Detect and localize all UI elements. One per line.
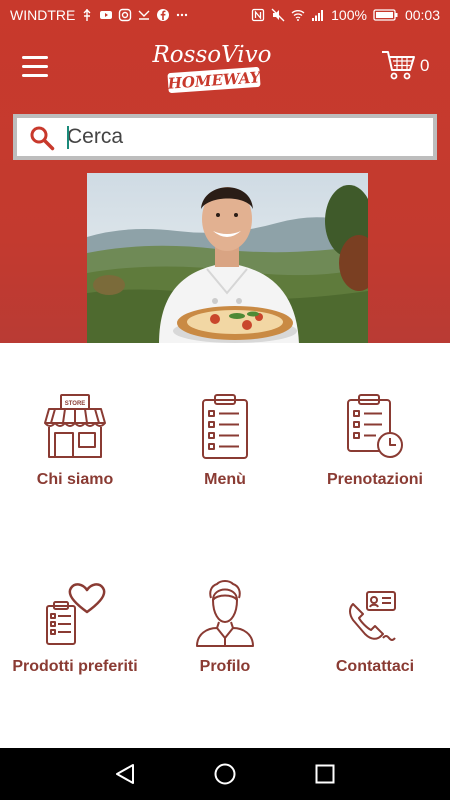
home-circle-icon[interactable] bbox=[213, 762, 237, 786]
shopping-cart-icon[interactable] bbox=[380, 48, 416, 82]
recents-square-icon[interactable] bbox=[313, 762, 337, 786]
menu-item-label: Menù bbox=[204, 471, 246, 488]
menu-item-label: Contattaci bbox=[335, 658, 415, 675]
reservation-clock-icon bbox=[347, 394, 403, 458]
missed-call-icon bbox=[138, 10, 150, 20]
youtube-icon bbox=[100, 11, 113, 19]
system-navigation-bar bbox=[0, 748, 450, 800]
logo-subtitle: HOMEWAY bbox=[166, 68, 262, 93]
menu-item-contattaci[interactable]: Contattaci bbox=[300, 580, 450, 676]
hero-chef-pizza-image bbox=[87, 173, 368, 344]
search-icon[interactable] bbox=[29, 125, 55, 151]
signal-icon bbox=[312, 10, 324, 21]
status-bar: WINDTRE 100% 00:03 bbox=[0, 0, 450, 32]
status-right: 100% 00:03 bbox=[251, 7, 440, 23]
app-screen: WINDTRE 100% 00:03 RossoVivo HOMEWAY 0 C… bbox=[0, 0, 450, 800]
cart-count: 0 bbox=[420, 56, 430, 75]
battery-icon bbox=[373, 9, 398, 21]
app-bar: RossoVivo HOMEWAY 0 bbox=[0, 32, 450, 102]
contact-phone-icon bbox=[349, 591, 396, 641]
status-left: WINDTRE bbox=[10, 7, 189, 23]
more-notifications-icon bbox=[177, 13, 188, 17]
search-input[interactable] bbox=[65, 118, 425, 156]
store-icon: STORE bbox=[44, 394, 106, 458]
svg-text:STORE: STORE bbox=[65, 401, 86, 407]
menu-clipboard-icon bbox=[202, 394, 248, 459]
menu-item-label: Chi siamo bbox=[36, 471, 114, 488]
usb-icon bbox=[83, 9, 91, 21]
menu-item-prenotazioni[interactable]: Prenotazioni bbox=[300, 393, 450, 489]
main-menu-grid: STORE Chi siamo Menù Prenotazioni Prodot… bbox=[0, 343, 450, 748]
rossovivo-logo[interactable]: RossoVivo HOMEWAY bbox=[152, 38, 272, 96]
back-triangle-icon[interactable] bbox=[113, 762, 137, 786]
menu-item-label: Prodotti preferiti bbox=[12, 658, 138, 675]
menu-item-label: Profilo bbox=[199, 658, 251, 675]
mute-icon bbox=[271, 8, 285, 22]
menu-item-label: Prenotazioni bbox=[326, 471, 423, 488]
instagram-icon bbox=[119, 8, 132, 22]
search-box bbox=[17, 118, 433, 156]
nfc-icon bbox=[251, 8, 265, 22]
facebook-icon bbox=[157, 9, 170, 21]
chef-profile-icon bbox=[196, 580, 254, 647]
wifi-icon bbox=[291, 10, 305, 21]
battery-percent: 100% bbox=[331, 7, 367, 23]
favorite-heart-icon bbox=[46, 583, 106, 645]
logo-wordmark: RossoVivo bbox=[152, 42, 272, 68]
carrier-name: WINDTRE bbox=[10, 7, 76, 23]
menu-item-chi-siamo[interactable]: STORE Chi siamo bbox=[0, 393, 150, 489]
hamburger-menu-button[interactable] bbox=[22, 56, 48, 78]
text-cursor bbox=[67, 126, 69, 149]
menu-item-profilo[interactable]: Profilo bbox=[150, 580, 300, 676]
clock: 00:03 bbox=[404, 7, 440, 23]
menu-item-menu[interactable]: Menù bbox=[150, 393, 300, 489]
search-bar bbox=[13, 114, 437, 160]
menu-item-prodotti-preferiti[interactable]: Prodotti preferiti bbox=[0, 580, 150, 676]
